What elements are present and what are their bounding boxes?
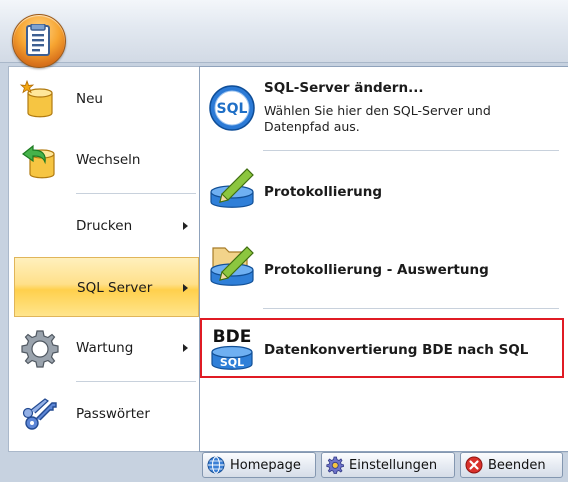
exit-label: Beenden	[488, 457, 546, 473]
menu-item-wechseln[interactable]: Wechseln	[9, 130, 198, 190]
application-menu-button[interactable]	[12, 14, 66, 68]
new-document-icon	[19, 79, 53, 118]
submenu-arrow-icon	[183, 344, 188, 352]
menu-item-label: Drucken	[76, 218, 133, 234]
menu-item-neu[interactable]: Neu	[9, 69, 198, 129]
menu-item-title: SQL-Server ändern...	[264, 80, 424, 96]
menu-item-protokollierung[interactable]: Protokollierung	[203, 164, 563, 224]
menu-item-passwoerter[interactable]: Passwörter	[9, 384, 198, 444]
menu-separator	[263, 150, 559, 151]
menu-item-protokollierung-auswertung[interactable]: Protokollierung - Auswertung	[203, 240, 563, 300]
menu-item-drucken[interactable]: Drucken	[9, 196, 198, 256]
menu-item-label: SQL Server	[77, 280, 153, 296]
globe-icon	[207, 456, 225, 474]
homepage-label: Homepage	[230, 457, 301, 473]
menu-item-sql-server-aendern[interactable]: SQL SQL-Server ändern... Wählen Sie hier…	[203, 77, 563, 147]
menu-separator	[76, 193, 196, 194]
menu-item-label: Wechseln	[76, 152, 141, 168]
gear-icon	[21, 330, 59, 368]
close-icon	[465, 456, 483, 474]
highlight-box	[200, 318, 564, 378]
switch-database-icon	[21, 144, 55, 179]
menu-item-label: Wartung	[76, 340, 134, 356]
sql-icon: SQL	[209, 85, 255, 131]
settings-gear-icon	[326, 456, 344, 474]
settings-label: Einstellungen	[349, 457, 438, 473]
database-folder-pencil-icon	[210, 246, 254, 286]
homepage-button[interactable]: Homepage	[202, 452, 316, 478]
submenu-arrow-icon	[183, 222, 188, 230]
svg-text:SQL: SQL	[217, 101, 248, 117]
settings-button[interactable]: Einstellungen	[321, 452, 455, 478]
document-list-icon	[26, 24, 50, 56]
menu-item-title: Protokollierung - Auswertung	[264, 262, 489, 278]
menu-item-label: Neu	[76, 91, 103, 107]
database-pencil-icon	[210, 168, 254, 208]
menu-item-label: Passwörter	[76, 406, 150, 422]
keys-icon	[22, 398, 57, 430]
menu-item-wartung[interactable]: Wartung	[9, 318, 198, 378]
menu-separator	[76, 381, 196, 382]
window-titlebar	[0, 0, 568, 62]
menu-item-description: Wählen Sie hier den SQL-Server und Daten…	[264, 103, 491, 134]
exit-button[interactable]: Beenden	[460, 452, 563, 478]
menu-item-title: Protokollierung	[264, 184, 383, 200]
menu-separator	[263, 308, 559, 309]
submenu-arrow-icon	[183, 284, 188, 292]
menu-item-sql-server[interactable]: SQL Server	[14, 257, 199, 317]
